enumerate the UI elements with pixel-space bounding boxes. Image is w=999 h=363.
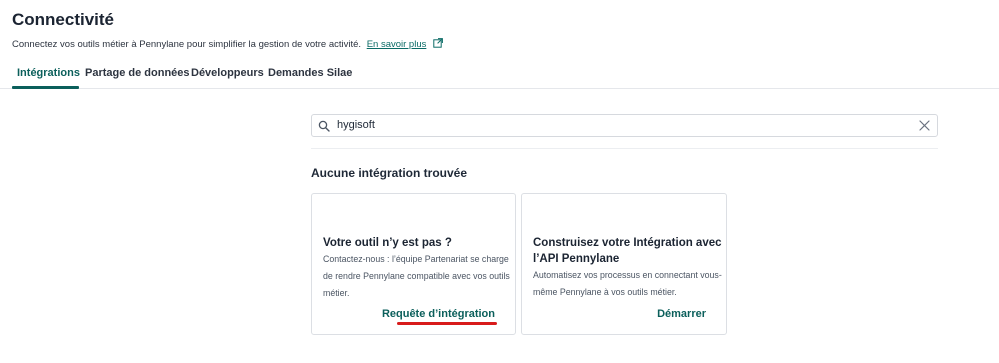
external-link-icon[interactable] <box>433 38 443 48</box>
start-button[interactable]: Démarrer <box>657 308 706 320</box>
divider <box>311 148 938 149</box>
close-icon[interactable] <box>919 120 930 131</box>
request-integration-button[interactable]: Requête d’intégration <box>382 308 495 320</box>
search-input[interactable]: hygisoft <box>311 114 938 137</box>
learn-more-link[interactable]: En savoir plus <box>367 39 427 50</box>
search-value[interactable]: hygisoft <box>337 119 375 131</box>
annotation-underline <box>397 322 497 325</box>
active-tab-indicator <box>12 86 79 89</box>
card-title: Construisez votre Intégration avec l’API… <box>533 237 722 265</box>
card-description: Automatisez vos processus en connectant … <box>533 270 722 297</box>
tab-developpeurs[interactable]: Développeurs <box>191 67 264 79</box>
card-title: Votre outil n’y est pas ? <box>323 237 452 249</box>
page-title: Connectivité <box>12 10 115 29</box>
request-integration-card: Votre outil n’y est pas ? Contactez-nous… <box>311 193 516 335</box>
tab-partage-de-donnees[interactable]: Partage de données <box>85 67 190 79</box>
tab-integrations[interactable]: Intégrations <box>17 67 80 79</box>
card-description: Contactez-nous : l’équipe Partenariat se… <box>323 254 510 298</box>
api-integration-card: Construisez votre Intégration avec l’API… <box>521 193 727 335</box>
search-icon <box>318 120 330 132</box>
page-subtitle: Connectez vos outils métier à Pennylane … <box>12 38 443 50</box>
tab-bar: Intégrations Partage de données Développ… <box>0 62 999 89</box>
empty-results-message: Aucune intégration trouvée <box>311 166 468 180</box>
subtitle-text: Connectez vos outils métier à Pennylane … <box>12 39 362 50</box>
tab-demandes-silae[interactable]: Demandes Silae <box>268 67 352 79</box>
